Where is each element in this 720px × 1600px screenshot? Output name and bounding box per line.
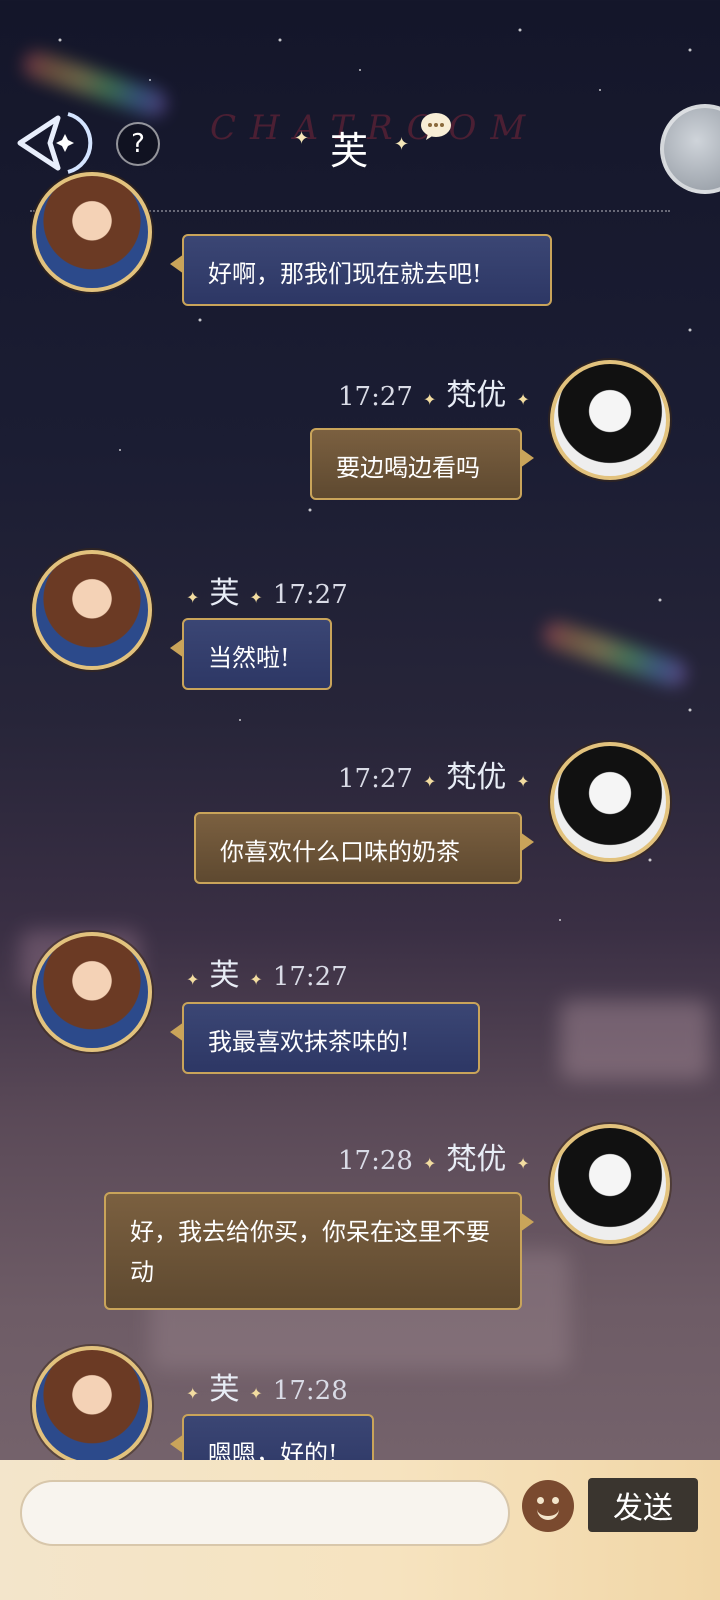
sender-name: 芙	[209, 958, 240, 993]
avatar-fanyou[interactable]	[550, 742, 670, 862]
message-bubble: 你喜欢什么口味的奶茶	[194, 812, 534, 884]
message-time: 17:27	[338, 764, 413, 794]
message-bubble: 我最喜欢抹茶味的!	[170, 1002, 480, 1074]
sparkle-icon: ✦	[186, 1384, 200, 1403]
sparkle-icon: ✦	[422, 390, 437, 409]
sparkle-icon: ✦	[186, 588, 200, 607]
message-time: 17:27	[272, 962, 348, 992]
message-time: 17:27	[338, 382, 413, 412]
message-input[interactable]	[20, 1480, 510, 1546]
sender-name: 梵优	[446, 1142, 507, 1177]
message-meta: 17:27 ✦ 梵优 ✦	[338, 752, 540, 796]
planet-icon[interactable]	[660, 104, 720, 194]
sparkle-icon: ✦	[249, 970, 263, 989]
page-title: 芙	[330, 129, 369, 173]
message-meta: ✦ 芙 ✦ 17:28	[176, 1364, 348, 1408]
sparkle-icon: ✦	[249, 588, 263, 607]
message-time: 17:28	[338, 1146, 413, 1176]
message-meta: ✦ 芙 ✦ 17:27	[176, 568, 348, 612]
message-time: 17:27	[272, 580, 348, 610]
message-bubble: 要边喝边看吗	[310, 428, 534, 500]
smile-face-icon[interactable]	[522, 1480, 574, 1532]
sender-name: 梵优	[446, 760, 507, 795]
sparkle-icon: ✦	[394, 134, 410, 155]
sparkle-icon: ✦	[294, 128, 310, 149]
rainbow-glow	[539, 617, 691, 691]
message-bubble: 好啊，那我们现在就去吧!	[170, 234, 552, 306]
avatar-fu[interactable]	[32, 172, 152, 292]
help-button[interactable]: ?	[116, 122, 160, 166]
message-meta: ✦ 芙 ✦ 17:27	[176, 950, 348, 994]
sparkle-icon: ✦	[516, 390, 530, 409]
message-time: 17:28	[272, 1376, 348, 1406]
sparkle-icon: ✦	[186, 970, 200, 989]
back-button[interactable]	[10, 108, 106, 178]
bokeh-light	[560, 1000, 710, 1080]
sender-name: 梵优	[446, 378, 507, 413]
avatar-fu[interactable]	[32, 550, 152, 670]
avatar-fanyou[interactable]	[550, 360, 670, 480]
sparkle-icon: ✦	[422, 772, 437, 791]
sparkle-icon: ✦	[422, 1154, 437, 1173]
avatar-fanyou[interactable]	[550, 1124, 670, 1244]
chat-bubble-icon	[421, 113, 451, 140]
background-title: CHATROOM	[210, 108, 540, 148]
sender-name: 芙	[209, 576, 240, 611]
avatar-fu[interactable]	[32, 1346, 152, 1466]
message-bubble: 当然啦!	[170, 618, 332, 690]
sender-name: 芙	[209, 1372, 240, 1407]
message-meta: 17:28 ✦ 梵优 ✦	[338, 1134, 540, 1178]
send-button[interactable]: 发送	[588, 1478, 698, 1532]
composer-bar: 发送	[0, 1460, 720, 1600]
sparkle-icon: ✦	[516, 772, 530, 791]
message-meta: 17:27 ✦ 梵优 ✦	[338, 370, 540, 414]
sparkle-icon: ✦	[516, 1154, 530, 1173]
smile-mouth	[537, 1508, 559, 1520]
message-bubble: 好，我去给你买，你呆在这里不要动	[104, 1192, 534, 1310]
sparkle-icon: ✦	[249, 1384, 263, 1403]
avatar-fu[interactable]	[32, 932, 152, 1052]
